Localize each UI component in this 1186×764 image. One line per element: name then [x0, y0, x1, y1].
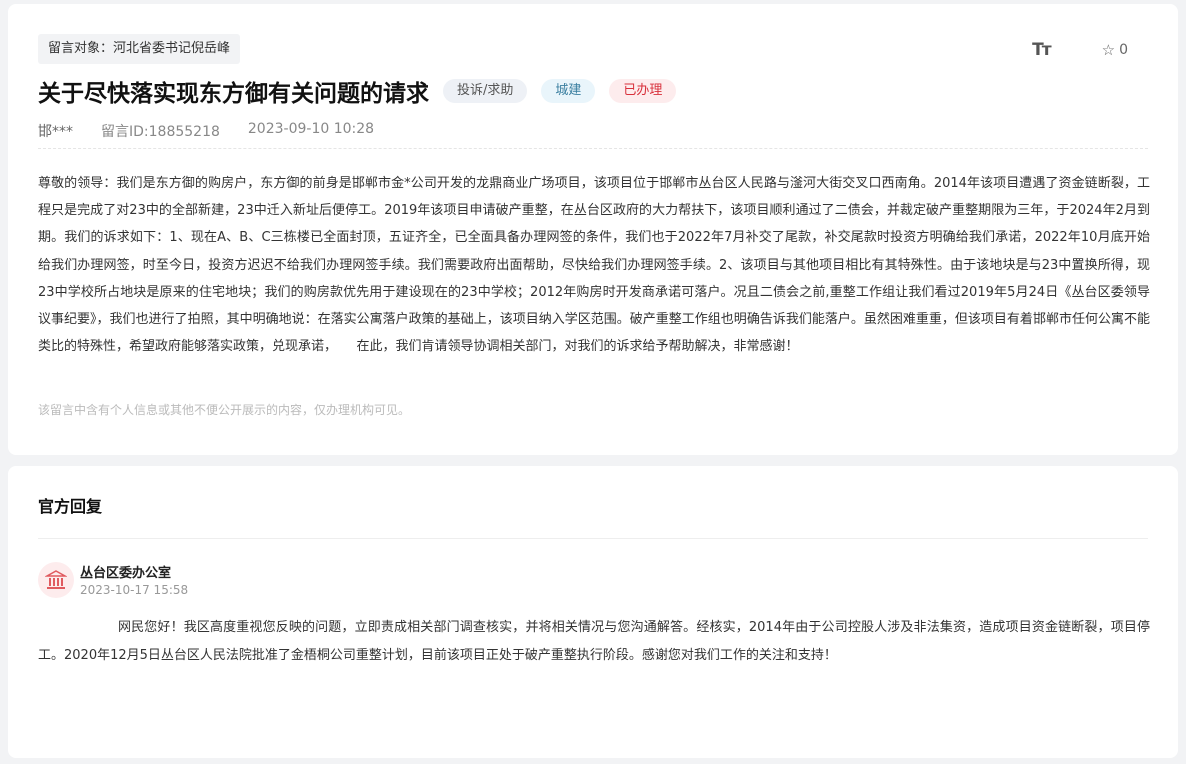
favorite-button[interactable]: ☆ 0 — [1102, 41, 1128, 59]
reply-datetime: 2023-10-17 15:58 — [80, 583, 189, 597]
message-content: 尊敬的领导：我们是东方御的购房户，东方御的前身是邯郸市金*公司开发的龙鼎商业广场… — [38, 176, 1150, 355]
toolbar: Tт ☆ 0 — [1032, 40, 1128, 60]
message-target: 留言对象：河北省委书记倪岳峰 — [38, 34, 241, 64]
status-badge: 已办理 — [609, 79, 677, 103]
divider — [38, 538, 1148, 539]
message-meta: 邯*** 留言ID:18855218 2023-09-10 10:28 — [38, 121, 374, 141]
page-title: 关于尽快落实现东方御有关问题的请求 — [38, 81, 429, 107]
reply-card: 官方回复 丛台区委办公室 2023-10-17 15:58 网民您好！我区高度重… — [8, 466, 1178, 758]
tag-category: 城建 — [541, 79, 596, 103]
title-row: 关于尽快落实现东方御有关问题的请求 投诉/求助 城建 已办理 — [38, 74, 677, 108]
message-datetime: 2023-09-10 10:28 — [247, 121, 375, 137]
message-card: 留言对象：河北省委书记倪岳峰 Tт ☆ 0 关于尽快落实现东方御有关问题的请求 … — [8, 4, 1178, 455]
star-icon: ☆ — [1101, 41, 1116, 59]
favorite-count: 0 — [1119, 42, 1128, 58]
reply-header: 官方回复 — [38, 497, 103, 516]
author-name: 邯*** — [38, 124, 73, 140]
divider — [38, 148, 1148, 149]
font-size-icon[interactable]: Tт — [1032, 40, 1052, 60]
message-id: 留言ID:18855218 — [101, 124, 220, 140]
department-name: 丛台区委办公室 — [80, 566, 172, 581]
privacy-note: 该留言中含有个人信息或其他不便公开展示的内容，仅办理机构可见。 — [38, 403, 411, 417]
tag-type: 投诉/求助 — [443, 79, 528, 103]
reply-content: 网民您好！我区高度重视您反映的问题，立即责成相关部门调查核实，并将相关情况与您沟… — [38, 620, 1150, 663]
government-building-icon — [38, 562, 74, 598]
